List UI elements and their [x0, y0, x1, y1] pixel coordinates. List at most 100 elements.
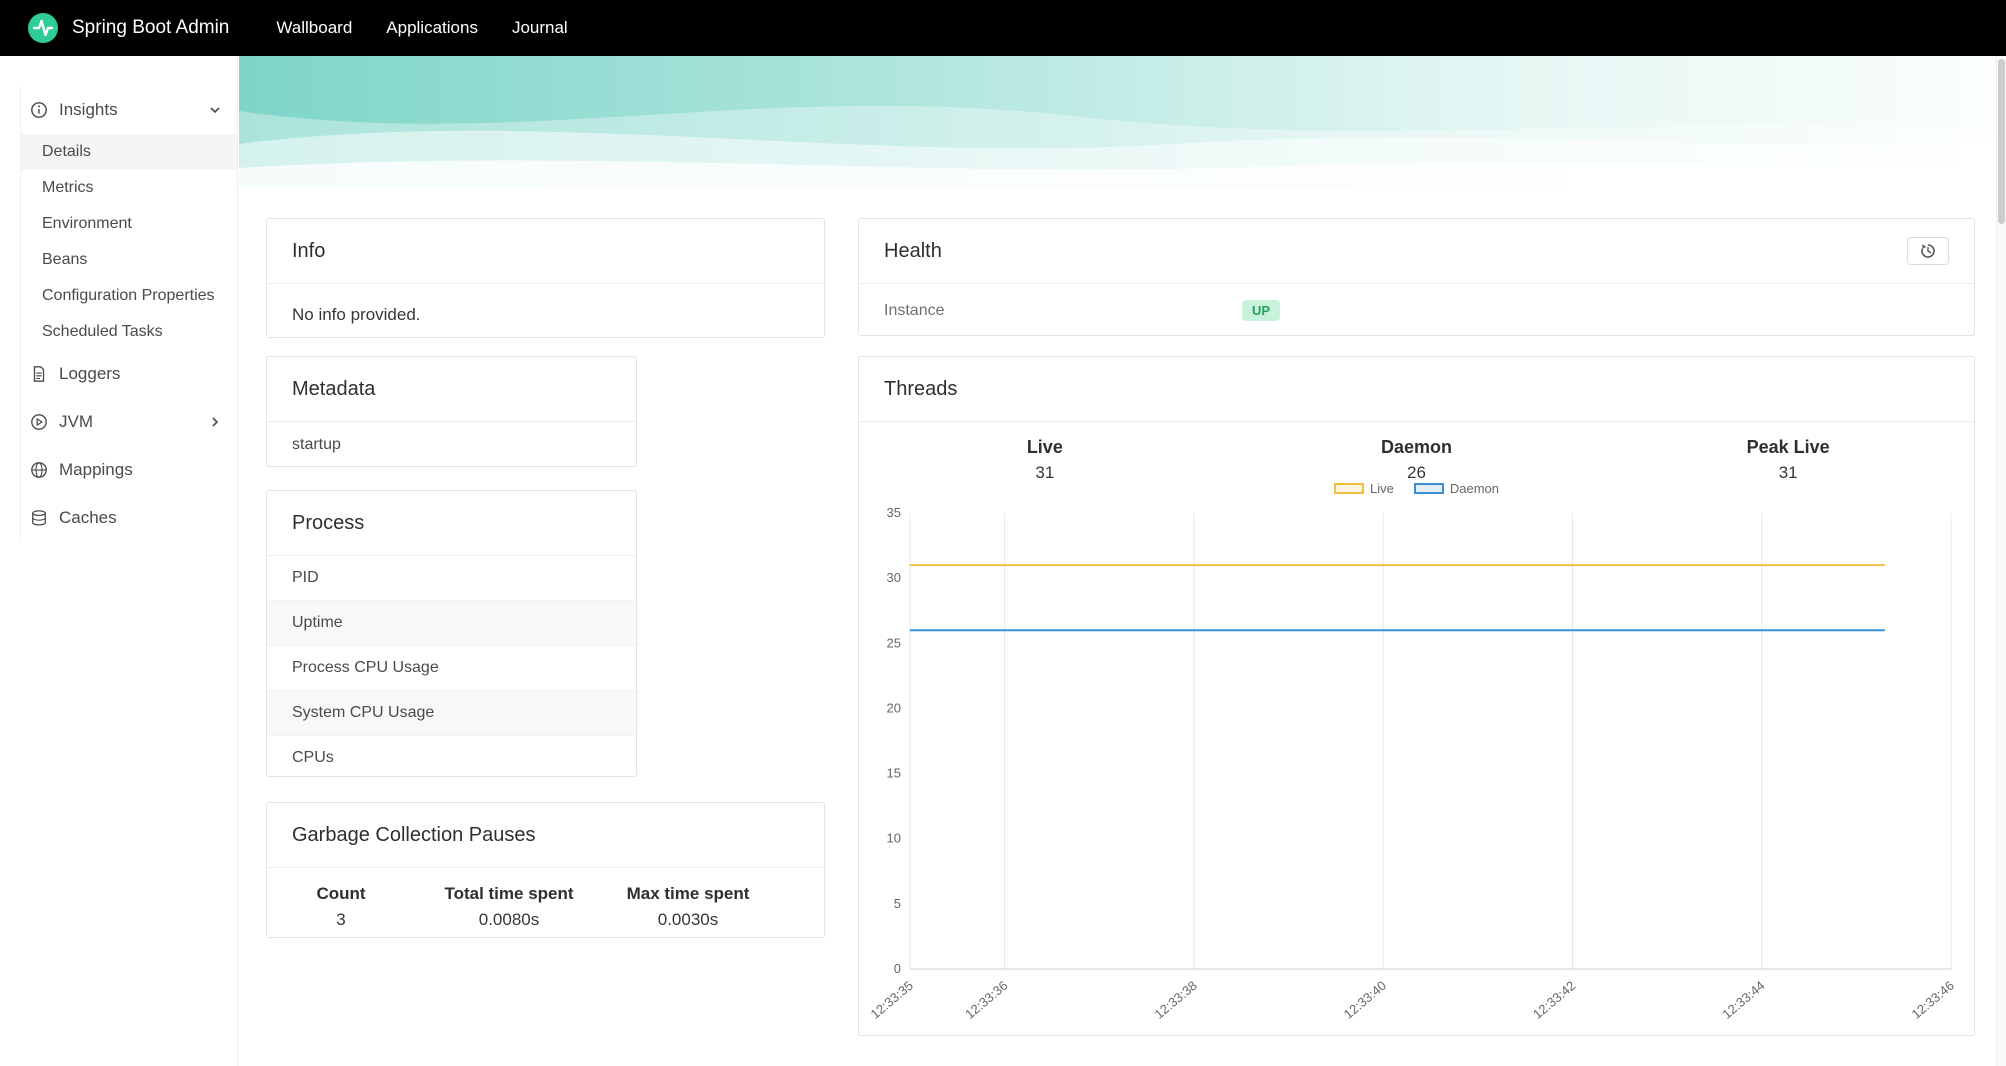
process-panel-title: Process: [267, 491, 636, 556]
stat-peak-live: Peak Live 31: [1602, 437, 1974, 483]
svg-text:30: 30: [887, 570, 901, 585]
database-icon: [32, 510, 46, 526]
stat-live-value: 31: [1035, 463, 1055, 482]
sidebar-item-loggers[interactable]: Loggers: [21, 350, 237, 398]
health-panel: Health Instance UP: [858, 218, 1975, 336]
health-panel-title: Health: [884, 239, 942, 262]
svg-text:0: 0: [894, 961, 901, 976]
sidebar-item-metrics[interactable]: Metrics: [21, 170, 237, 206]
gc-panel: Garbage Collection Pauses Count Total ti…: [266, 802, 825, 938]
play-circle-icon: [31, 414, 47, 430]
gc-col-total-time: Total time spent: [444, 884, 574, 903]
chevron-right-icon: [212, 417, 219, 427]
process-row-uptime: Uptime: [267, 601, 636, 646]
legend-label-daemon: Daemon: [1449, 481, 1499, 496]
process-row-pid: PID: [267, 556, 636, 601]
gc-value-total-time: 0.0080s: [478, 910, 540, 929]
health-instance-label: Instance: [884, 301, 945, 319]
threads-panel: Threads Live 31 Daemon 26 Peak Live 31 L…: [858, 356, 1975, 1036]
health-history-button[interactable]: [1907, 237, 1949, 265]
main-content: Info No info provided. Health Instance U…: [239, 56, 2006, 1066]
stat-peak-live-label: Peak Live: [1746, 437, 1830, 457]
sidebar-item-label: JVM: [59, 412, 93, 431]
sidebar-item-caches[interactable]: Caches: [21, 494, 237, 542]
info-panel: Info No info provided.: [266, 218, 825, 338]
metadata-panel-title: Metadata: [267, 357, 636, 422]
threads-stats: Live 31 Daemon 26 Peak Live 31: [859, 421, 1974, 483]
svg-text:12:33:44: 12:33:44: [1719, 978, 1767, 1022]
sidebar-item-label: Mappings: [59, 460, 133, 479]
threads-chart: 12:33:35 12:33:36 12:33:38 12:33:40 12:33:42…: [859, 503, 1974, 1031]
gc-panel-title: Garbage Collection Pauses: [267, 803, 824, 868]
svg-text:12:33:42: 12:33:42: [1530, 978, 1578, 1022]
nav-item-wallboard[interactable]: Wallboard: [259, 0, 369, 56]
process-table: PID Uptime Process CPU Usage System CPU …: [267, 556, 636, 780]
threads-line-chart: 12:33:35 12:33:36 12:33:38 12:33:40 12:33:42…: [868, 505, 1957, 1022]
metadata-panel: Metadata startup: [266, 356, 637, 467]
main-nav: Wallboard Applications Journal: [259, 0, 584, 56]
svg-text:10: 10: [887, 831, 901, 846]
sidebar-item-mappings[interactable]: Mappings: [21, 446, 237, 494]
sidebar-item-scheduled-tasks[interactable]: Scheduled Tasks: [21, 314, 237, 350]
legend-label-live: Live: [1370, 481, 1394, 496]
sidebar-item-label: Caches: [59, 508, 117, 527]
status-badge: UP: [1242, 300, 1281, 321]
info-circle-icon: [31, 102, 47, 118]
svg-text:12:33:36: 12:33:36: [962, 978, 1010, 1022]
legend-item-live[interactable]: Live: [1334, 481, 1394, 496]
chart-legend: Live Daemon: [859, 481, 1974, 496]
sidebar-item-label: Loggers: [59, 364, 121, 383]
stat-daemon: Daemon 26: [1231, 437, 1603, 483]
process-panel: Process PID Uptime Process CPU Usage Sys…: [266, 490, 637, 777]
health-panel-header: Health: [859, 219, 1974, 284]
gc-value-count: 3: [336, 910, 346, 929]
sidebar-item-insights[interactable]: Insights: [21, 86, 237, 134]
history-icon: [1921, 244, 1935, 258]
process-row-system-cpu-usage: System CPU Usage: [267, 691, 636, 736]
sidebar-menu: Insights Details Metrics Environment Bea…: [20, 86, 237, 542]
svg-text:15: 15: [887, 766, 901, 781]
scrollbar-thumb[interactable]: [1998, 59, 2005, 224]
stat-daemon-value: 26: [1407, 463, 1426, 482]
info-panel-title: Info: [267, 219, 824, 284]
sidebar: Insights Details Metrics Environment Bea…: [0, 56, 238, 1066]
globe-icon: [31, 462, 47, 478]
gc-value-max-time: 0.0030s: [657, 910, 719, 929]
nav-item-journal[interactable]: Journal: [495, 0, 585, 56]
svg-text:12:33:46: 12:33:46: [1909, 978, 1957, 1022]
chevron-down-icon: [210, 107, 220, 114]
svg-text:12:33:40: 12:33:40: [1341, 978, 1389, 1022]
scrollbar[interactable]: [1996, 56, 2006, 1066]
spring-boot-admin-logo-icon: [28, 13, 58, 43]
threads-panel-title: Threads: [859, 357, 1974, 422]
legend-swatch-daemon: [1413, 483, 1444, 494]
sidebar-item-beans[interactable]: Beans: [21, 242, 237, 278]
nav-item-applications[interactable]: Applications: [369, 0, 495, 56]
health-instance-row: Instance UP: [859, 284, 1974, 337]
sidebar-item-label: Insights: [59, 100, 118, 119]
sidebar-item-environment[interactable]: Environment: [21, 206, 237, 242]
svg-text:12:33:38: 12:33:38: [1151, 978, 1199, 1022]
svg-text:25: 25: [887, 635, 901, 650]
process-row-process-cpu-usage: Process CPU Usage: [267, 646, 636, 691]
brand-title: Spring Boot Admin: [72, 17, 230, 38]
gc-col-count: Count: [316, 884, 366, 903]
gc-col-max-time: Max time spent: [626, 884, 750, 903]
svg-text:12:33:35: 12:33:35: [868, 978, 916, 1022]
info-panel-body: No info provided.: [292, 305, 421, 324]
stat-daemon-label: Daemon: [1380, 437, 1452, 457]
sidebar-item-jvm[interactable]: JVM: [21, 398, 237, 446]
legend-swatch-live: [1334, 483, 1364, 494]
legend-item-daemon[interactable]: Daemon: [1413, 481, 1499, 496]
sidebar-item-configuration-properties[interactable]: Configuration Properties: [21, 278, 237, 314]
stat-peak-live-value: 31: [1778, 463, 1798, 482]
file-text-icon: [33, 366, 45, 382]
svg-text:5: 5: [894, 896, 901, 911]
brand-link[interactable]: Spring Boot Admin: [26, 11, 229, 45]
svg-text:20: 20: [887, 700, 901, 715]
process-row-cpus: CPUs: [292, 749, 334, 766]
sidebar-item-details[interactable]: Details: [21, 134, 237, 170]
stat-live: Live 31: [859, 437, 1231, 483]
metadata-row-startup: startup: [292, 436, 341, 453]
stat-live-label: Live: [1026, 437, 1063, 457]
